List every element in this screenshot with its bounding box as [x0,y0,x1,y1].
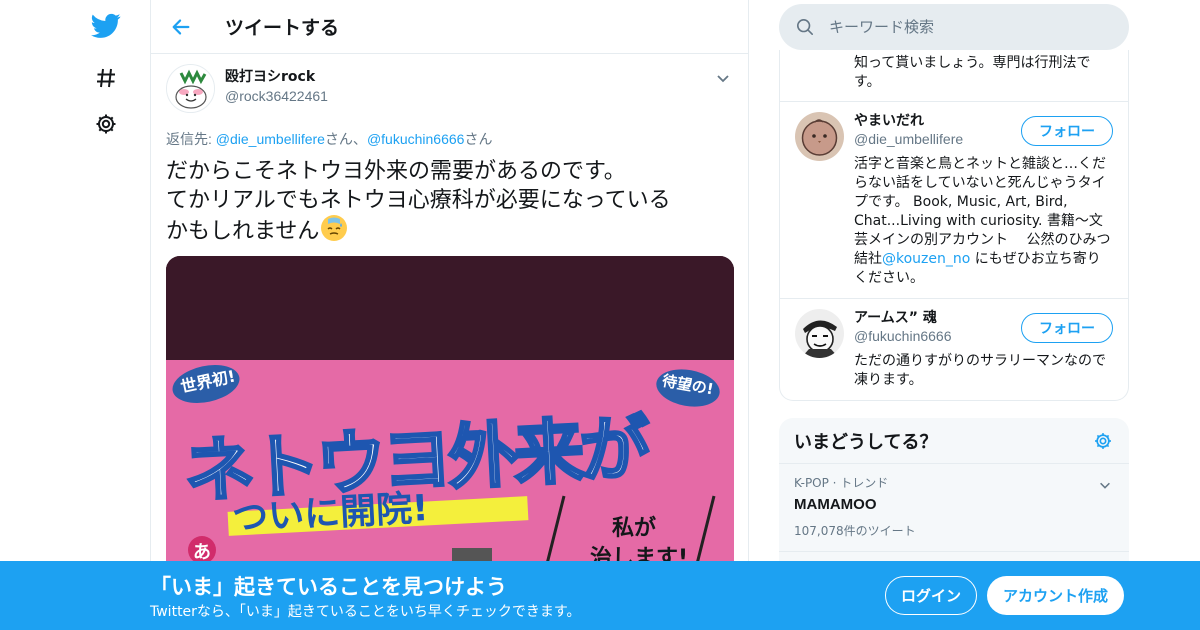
author-avatar[interactable] [166,64,215,113]
follow-button[interactable]: フォロー [1021,313,1113,343]
previous-user-bio: 知って貰いましょう。専門は行刑法です。 [780,50,1128,102]
chevron-down-icon[interactable] [713,68,733,88]
author-handle[interactable]: @rock36422461 [225,86,328,106]
main-header: ツイートする [151,0,748,54]
banner-title: 「いま」起きていることを見つけよう [150,575,507,599]
trend-item[interactable]: K-POP · トレンド MAMAMOO 107,078件のツイート [779,464,1129,552]
tweet-text: だからこそネトウヨ外来の需要があるのです。 てかリアルでもネトウヨ心療科が必要に… [166,157,733,246]
reply-user-link[interactable]: @fukuchin6666 [367,131,465,147]
arrow-left-icon[interactable] [161,7,201,47]
user-bio: ただの通りすがりのサラリーマンなので凍ります。 [854,353,1106,388]
tweet-image[interactable]: 世界初! 待望の! ネトウヨ外来が ついに開院! 私が 治します! あ [166,256,734,576]
trends-header: いまどうしてる？ [779,418,1129,464]
tweet: 殴打ヨシrock @rock36422461 返信先: @die_umbelli… [151,54,748,576]
search-input[interactable] [829,18,1109,36]
author-info: 殴打ヨシrock @rock36422461 [225,64,328,116]
user-bio-link[interactable]: @kouzen_no [882,251,970,267]
image-subheadline: ついに開院! [231,487,430,540]
chevron-down-icon[interactable] [1096,476,1114,494]
page-title: ツイートする [225,17,340,39]
trend-name[interactable]: MAMAMOO [794,494,1114,516]
trends-panel: いまどうしてる？ K-POP · トレンド MAMAMOO 107,078件のツ… [779,418,1129,578]
signup-banner: 「いま」起きていることを見つけよう Twitterなら、「いま」起きていることを… [0,561,1200,630]
trend-count: 107,078件のツイート [794,524,916,538]
signup-button[interactable]: アカウント作成 [987,576,1124,615]
search-icon [795,17,815,37]
related-users-panel: 知って貰いましょう。専門は行刑法です。 やまいだれ @die_umbellife… [779,50,1129,401]
tweet-author-row: 殴打ヨシrock @rock36422461 [166,64,733,116]
user-bio: 活字と音楽と鳥とネットと雑談と…くだらない話をしていないと死んじゃうタイプです。… [854,155,1113,288]
user-card[interactable]: やまいだれ @die_umbellifere フォロー 活字と音楽と鳥とネットと… [780,102,1128,299]
follow-button[interactable]: フォロー [1021,116,1113,146]
gear-icon[interactable] [90,108,122,140]
image-side-text-1: 私が [612,516,657,541]
reply-separator: さん [464,131,493,147]
author-name[interactable]: 殴打ヨシrock [225,68,328,86]
reply-to: 返信先: @die_umbellifereさん、@fukuchin6666さん [166,129,733,149]
reply-prefix: 返信先: [166,131,216,147]
login-button[interactable]: ログイン [885,576,977,615]
trend-meta: K-POP · トレンド [794,476,889,490]
reply-user-link[interactable]: @die_umbellifere [216,131,325,147]
user-avatar[interactable] [795,309,844,358]
reply-separator: さん、 [324,131,367,147]
app-root: ツイートする 殴打ヨシrock @rock36422461 返信先: @die_… [0,0,1200,630]
left-nav [70,0,150,630]
banner-subtitle: Twitterなら、「いま」起きていることをいち早くチェックできます。 [150,604,581,620]
search-bar[interactable] [779,4,1129,50]
sweat-emoji-icon [321,215,348,241]
twitter-bird-icon[interactable] [90,10,122,42]
main-column: ツイートする 殴打ヨシrock @rock36422461 返信先: @die_… [150,0,749,630]
tweet-text-body: だからこそネトウヨ外来の需要があるのです。 てかリアルでもネトウヨ心療科が必要に… [166,159,671,244]
hashtag-icon[interactable] [90,62,122,94]
trends-title: いまどうしてる？ [794,431,938,453]
user-avatar[interactable] [795,112,844,161]
gear-icon[interactable] [1092,430,1114,452]
user-card[interactable]: アームス” 魂 @fukuchin6666 フォロー ただの通りすがりのサラリー… [780,299,1128,400]
